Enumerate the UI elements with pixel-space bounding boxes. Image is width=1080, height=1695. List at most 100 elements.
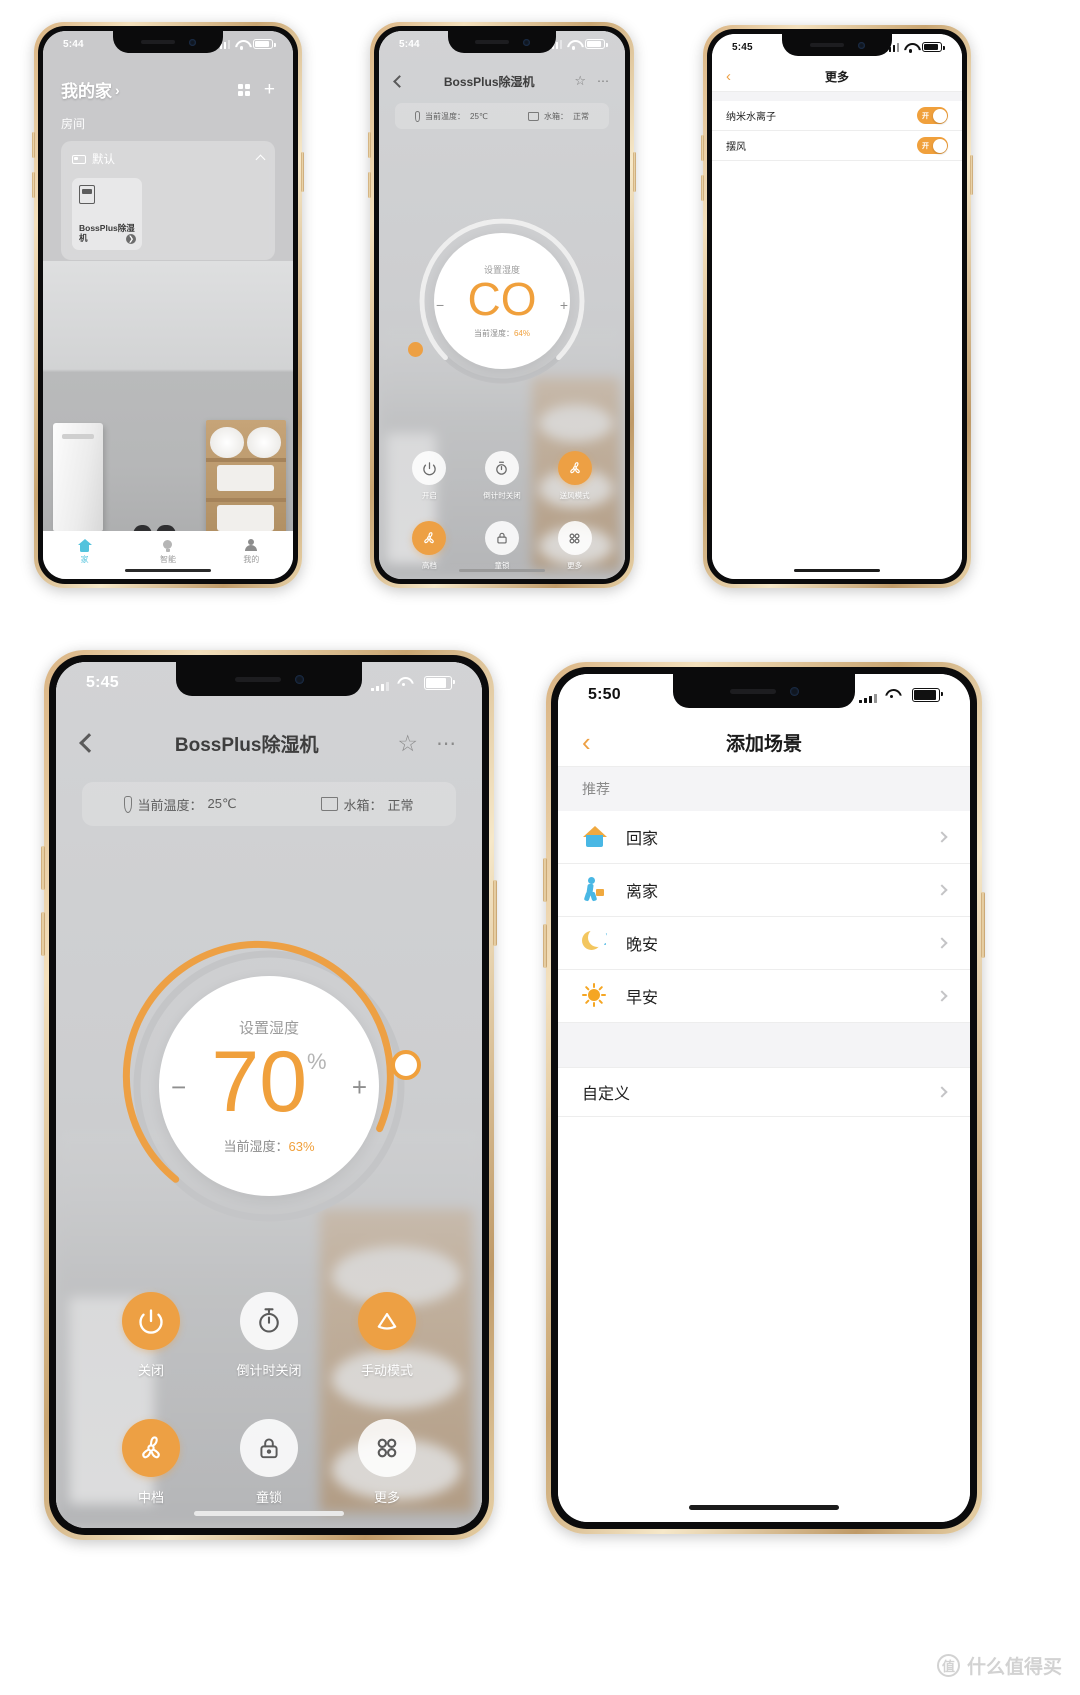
room-section-label: 房间: [61, 117, 86, 131]
bed-icon: [72, 154, 86, 164]
back-icon[interactable]: ‹: [726, 68, 731, 85]
fan-speed-icon: [412, 521, 447, 555]
decrease-button[interactable]: −: [171, 1072, 186, 1103]
humidity-dial[interactable]: 设置湿度 CO 当前湿度：64% − +: [408, 211, 592, 391]
current-humidity-value: 64%: [513, 328, 530, 338]
toggle-nano-ion-label: 开: [922, 112, 929, 120]
button-power-label: 开启: [421, 491, 437, 500]
scene-morning-icon: [582, 983, 608, 1009]
favorite-star-icon[interactable]: ☆: [397, 730, 418, 757]
button-fan-speed[interactable]: 高档: [393, 521, 466, 571]
toggle-knob: [932, 138, 947, 153]
button-timer[interactable]: 倒计时关闭: [466, 451, 539, 501]
add-icon[interactable]: +: [264, 80, 275, 99]
status-time: 5:44: [399, 38, 420, 50]
back-icon[interactable]: [393, 74, 406, 88]
current-humidity-label: 当前湿度：: [223, 1138, 289, 1154]
grid-view-icon[interactable]: [237, 83, 250, 96]
dial-knob[interactable]: [391, 1050, 421, 1080]
device-tile[interactable]: BossPlus除湿机 ❯: [72, 178, 142, 250]
button-fan-speed[interactable]: 中档: [92, 1419, 210, 1506]
watermark-text: 什么值得买: [966, 1657, 1062, 1678]
scene-item-morning-label: 早安: [626, 990, 659, 1007]
button-more-label: 更多: [373, 1490, 400, 1505]
user-icon: [245, 538, 258, 552]
button-timer[interactable]: 倒计时关闭: [210, 1292, 328, 1379]
section-spacer: [558, 1023, 970, 1067]
wifi-icon: [235, 39, 248, 50]
row-nano-ion[interactable]: 纳米水离子 开: [712, 101, 962, 131]
nav-bar: ‹ 添加场景: [558, 719, 970, 767]
increase-button[interactable]: +: [352, 1072, 367, 1103]
favorite-star-icon[interactable]: ☆: [574, 73, 586, 89]
button-mode[interactable]: 送风模式: [538, 451, 611, 501]
power-icon: [412, 451, 447, 485]
chevron-up-icon[interactable]: [255, 154, 266, 164]
button-more[interactable]: 更多: [538, 521, 611, 571]
device-tile-arrow-icon[interactable]: ❯: [126, 234, 136, 244]
home-indicator[interactable]: [794, 569, 880, 572]
more-menu-icon[interactable]: ⋯: [436, 731, 456, 756]
tab-home[interactable]: 家: [43, 538, 126, 565]
back-icon[interactable]: ‹: [582, 727, 591, 758]
toggle-nano-ion[interactable]: 开: [917, 107, 948, 124]
phone-home: 5:44 我的家 › + 房间 默认 BossPlus除湿机 ❯ 家 智能 我的: [32, 22, 304, 588]
temperature-label: 当前温度：: [425, 111, 466, 121]
battery-icon: [585, 39, 608, 49]
more-grid-icon: [358, 1419, 416, 1477]
toggle-swing[interactable]: 开: [917, 137, 948, 154]
button-power[interactable]: 关闭: [92, 1292, 210, 1379]
dial-knob[interactable]: [408, 342, 423, 357]
scene-item-home[interactable]: 回家: [558, 811, 970, 864]
room-name-label: 默认: [92, 154, 115, 166]
button-power[interactable]: 开启: [393, 451, 466, 501]
button-child-lock[interactable]: 童锁: [466, 521, 539, 571]
scene-item-leave[interactable]: 离家: [558, 864, 970, 917]
tank-label: 水箱：: [543, 111, 568, 121]
button-mode-label: 送风模式: [559, 491, 590, 500]
button-mode[interactable]: 手动模式: [328, 1292, 446, 1379]
scene-item-night-label: 晚安: [626, 937, 659, 954]
home-indicator[interactable]: [194, 1511, 344, 1516]
home-indicator[interactable]: [125, 569, 211, 572]
more-menu-icon[interactable]: ⋯: [597, 74, 609, 88]
tank-value: 正常: [572, 111, 589, 121]
home-indicator[interactable]: [459, 569, 545, 572]
tab-profile[interactable]: 我的: [210, 538, 293, 565]
page-title: BossPlus除湿机: [174, 734, 319, 756]
device-info-bar: 当前温度： 25℃ 水箱： 正常: [82, 782, 456, 826]
tank-label: 水箱：: [343, 797, 383, 813]
scene-item-home-label: 回家: [626, 831, 659, 848]
humidity-dial[interactable]: 设置湿度 70% 当前湿度：63% − +: [121, 938, 421, 1234]
scene-item-custom[interactable]: 自定义: [558, 1067, 970, 1117]
home-indicator[interactable]: [689, 1505, 839, 1510]
temperature-value: 25℃: [470, 111, 488, 121]
home-name-label: 我的家: [61, 82, 112, 101]
bulb-icon: [162, 539, 173, 552]
increase-button[interactable]: +: [560, 297, 568, 313]
battery-icon: [424, 676, 455, 690]
current-humidity-label: 当前湿度：: [473, 328, 514, 338]
lock-icon: [484, 521, 519, 555]
watermark: 值 什么值得买: [936, 1652, 1062, 1679]
status-time: 5:44: [63, 38, 84, 50]
wifi-icon: [885, 688, 904, 703]
toggle-knob: [932, 108, 947, 123]
back-icon[interactable]: [79, 733, 99, 753]
page-title: BossPlus除湿机: [443, 74, 535, 89]
tab-smart[interactable]: 智能: [126, 539, 209, 565]
nav-bar: ‹ 更多: [712, 62, 962, 92]
scene-item-leave-label: 离家: [626, 884, 659, 901]
scene-item-morning[interactable]: 早安: [558, 970, 970, 1023]
tab-smart-label: 智能: [159, 554, 176, 564]
scene-item-night[interactable]: 晚安: [558, 917, 970, 970]
home-name-button[interactable]: 我的家 ›: [61, 77, 120, 102]
decrease-button[interactable]: −: [436, 297, 444, 313]
button-more[interactable]: 更多: [328, 1419, 446, 1506]
scene-leave-icon: [582, 877, 608, 903]
button-child-lock[interactable]: 童锁: [210, 1419, 328, 1506]
device-info-bar: 当前温度： 25℃ 水箱： 正常: [395, 103, 609, 129]
wifi-icon: [567, 39, 580, 50]
home-icon: [77, 538, 92, 552]
row-swing[interactable]: 摆风 开: [712, 131, 962, 161]
